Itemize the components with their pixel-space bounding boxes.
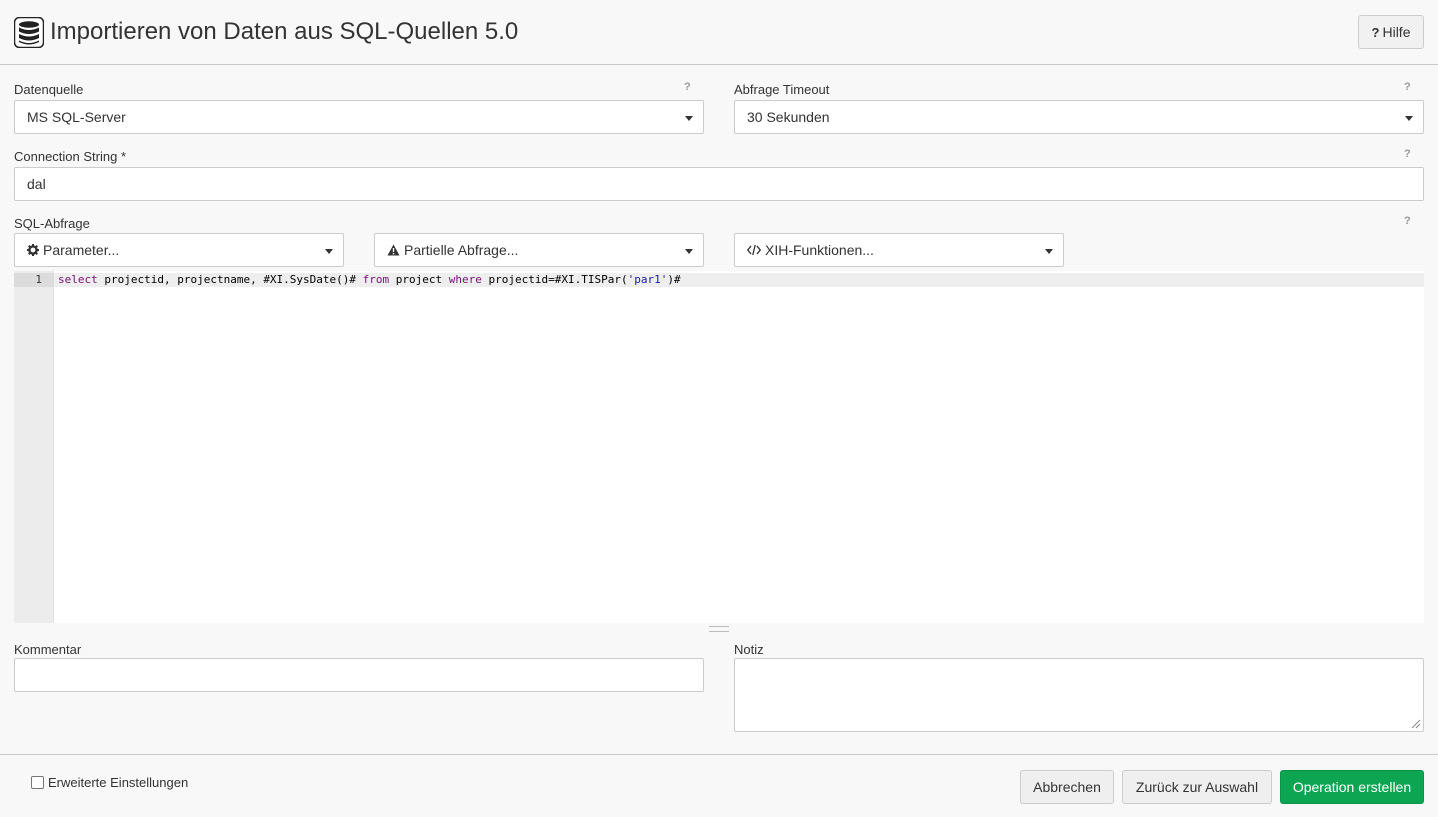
note-textarea[interactable] [734, 658, 1424, 732]
create-operation-button[interactable]: Operation erstellen [1280, 770, 1424, 804]
back-to-selection-button[interactable]: Zurück zur Auswahl [1122, 770, 1272, 804]
page-title: Importieren von Daten aus SQL-Quellen 5.… [50, 18, 519, 45]
code-text: project [389, 273, 449, 286]
partial-query-dropdown-label: Partielle Abfrage... [404, 242, 519, 258]
help-button[interactable]: ? Hilfe [1358, 15, 1424, 49]
xih-functions-dropdown[interactable]: XIH-Funktionen... [734, 233, 1064, 267]
advanced-settings-checkbox[interactable] [31, 776, 44, 789]
datasource-help-icon[interactable]: ? [684, 81, 691, 93]
chevron-down-icon [685, 249, 693, 254]
code-icon [747, 244, 761, 256]
line-number: 1 [35, 273, 42, 286]
comment-input[interactable] [14, 658, 704, 692]
datasource-value: MS SQL-Server [27, 109, 126, 125]
chevron-down-icon [1405, 116, 1413, 121]
partial-query-dropdown[interactable]: Partielle Abfrage... [374, 233, 704, 267]
advanced-settings-label[interactable]: Erweiterte Einstellungen [48, 775, 188, 791]
parameter-dropdown[interactable]: Parameter... [14, 233, 344, 267]
cancel-button[interactable]: Abbrechen [1020, 770, 1114, 804]
xih-functions-dropdown-label: XIH-Funktionen... [765, 242, 874, 258]
timeout-value: 30 Sekunden [747, 109, 830, 125]
code-keyword: from [362, 273, 390, 286]
code-string: 'par1' [627, 273, 668, 286]
chevron-down-icon [685, 116, 693, 121]
warning-icon [387, 244, 400, 256]
sql-label: SQL-Abfrage [14, 216, 90, 231]
connection-string-input[interactable]: dal [14, 167, 1424, 201]
comment-label: Kommentar [14, 642, 82, 657]
database-icon [14, 17, 44, 48]
timeout-help-icon[interactable]: ? [1404, 81, 1411, 93]
timeout-label: Abfrage Timeout [734, 82, 830, 97]
code-keyword: select [58, 273, 98, 286]
page-header: Importieren von Daten aus SQL-Quellen 5.… [0, 0, 1438, 65]
sql-help-icon[interactable]: ? [1404, 215, 1411, 227]
datasource-select[interactable]: MS SQL-Server [14, 100, 704, 134]
chevron-down-icon [1045, 249, 1053, 254]
connection-string-value: dal [27, 176, 46, 192]
connection-help-icon[interactable]: ? [1404, 148, 1411, 160]
sql-editor[interactable]: 1 select projectid, projectname, #XI.Sys… [14, 271, 1424, 623]
connection-label: Connection String * [14, 149, 127, 164]
editor-gutter [14, 271, 54, 623]
datasource-label: Datenquelle [14, 82, 84, 97]
resize-grip-icon[interactable] [1409, 717, 1421, 729]
code-text: )# [667, 273, 681, 286]
question-icon: ? [1371, 24, 1380, 40]
help-button-label: Hilfe [1382, 24, 1411, 40]
chevron-down-icon [325, 249, 333, 254]
parameter-dropdown-label: Parameter... [43, 242, 120, 258]
gear-icon [27, 244, 39, 256]
code-line[interactable]: select projectid, projectname, #XI.SysDa… [58, 273, 681, 287]
note-label: Notiz [734, 642, 764, 657]
code-text: projectid, projectname, #XI.SysDate()# [97, 273, 363, 286]
editor-resize-handle[interactable] [709, 626, 729, 632]
timeout-select[interactable]: 30 Sekunden [734, 100, 1424, 134]
code-keyword: where [448, 273, 482, 286]
code-text: projectid=#XI.TISPar( [481, 273, 628, 286]
